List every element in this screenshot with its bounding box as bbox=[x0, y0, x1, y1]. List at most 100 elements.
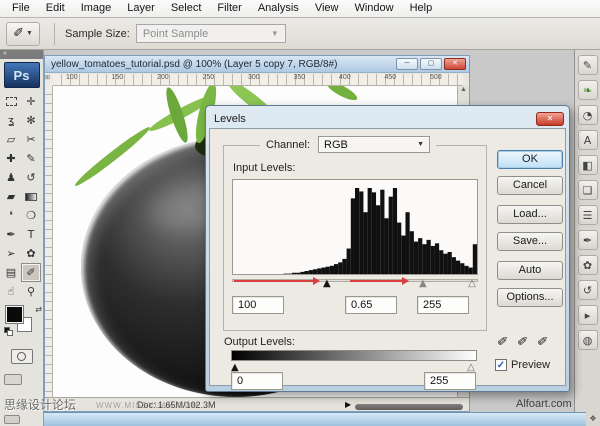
scroll-up-icon[interactable]: ▲ bbox=[460, 86, 467, 93]
history-brush-tool[interactable]: ↺ bbox=[21, 168, 41, 187]
white-point-eyedropper-icon[interactable]: ✐ bbox=[536, 334, 548, 350]
dodge-tool[interactable]: ❍ bbox=[21, 206, 41, 225]
history-panel-icon[interactable]: ↺ bbox=[578, 280, 598, 300]
layers-panel-icon[interactable]: ❏ bbox=[578, 180, 598, 200]
menu-item-filter[interactable]: Filter bbox=[209, 0, 249, 17]
horizontal-scrollbar-thumb[interactable] bbox=[355, 404, 463, 410]
history-panel-icon: ↺ bbox=[583, 284, 592, 297]
channel-label: Channel: bbox=[266, 139, 310, 151]
options-button[interactable]: Options... bbox=[497, 288, 563, 307]
maximize-button[interactable]: ▢ bbox=[420, 58, 442, 70]
custom-shape-tool[interactable]: ✿ bbox=[21, 244, 41, 263]
levels-dialog-titlebar[interactable]: Levels ✕ bbox=[209, 109, 566, 128]
plant-thumbnail-icon[interactable]: ❧ bbox=[578, 80, 598, 100]
hand-tool[interactable]: ☝ bbox=[1, 282, 21, 301]
notes-tool[interactable]: ▤ bbox=[1, 263, 21, 282]
lasso-tool[interactable]: ʓ bbox=[1, 111, 21, 130]
paths-panel-icon[interactable]: ✒ bbox=[578, 230, 598, 250]
output-gradient-bar bbox=[231, 350, 477, 361]
quick-mask-button[interactable] bbox=[11, 349, 33, 364]
ruler-corner: ⊞ bbox=[45, 74, 53, 86]
rectangular-marquee-tool[interactable] bbox=[1, 92, 21, 111]
bottom-left-button[interactable] bbox=[4, 415, 20, 424]
type-icon: T bbox=[28, 228, 35, 241]
lasso-icon: ʓ bbox=[8, 114, 14, 127]
preview-checkbox[interactable]: ✓ bbox=[495, 359, 507, 371]
history-brush-icon: ↺ bbox=[26, 171, 35, 184]
foreground-color-swatch[interactable] bbox=[6, 306, 23, 323]
input-gamma-slider[interactable]: ▲ bbox=[419, 278, 427, 290]
pen-tool[interactable]: ✒ bbox=[1, 225, 21, 244]
gradient-tool[interactable] bbox=[21, 187, 41, 206]
spot-healing-icon: ✚ bbox=[6, 152, 15, 165]
channel-dropdown[interactable]: RGB ▼ bbox=[318, 136, 430, 153]
minimize-button[interactable]: ─ bbox=[396, 58, 418, 70]
brush-tool[interactable]: ✎ bbox=[21, 149, 41, 168]
black-point-eyedropper-icon[interactable]: ✐ bbox=[496, 334, 508, 350]
character-panel-icon: A bbox=[584, 134, 592, 147]
eyedropper-icon: ✐ bbox=[26, 266, 35, 279]
gray-point-eyedropper-icon[interactable]: ✐ bbox=[516, 334, 528, 350]
ruler-tick-label: 250 bbox=[203, 74, 215, 81]
menu-item-image[interactable]: Image bbox=[73, 0, 120, 17]
input-white-slider[interactable]: △ bbox=[468, 278, 476, 290]
save-button[interactable]: Save... bbox=[497, 232, 563, 251]
menu-item-file[interactable]: File bbox=[4, 0, 38, 17]
menu-item-edit[interactable]: Edit bbox=[38, 0, 73, 17]
levels-dialog-title: Levels bbox=[209, 113, 536, 125]
input-black-slider[interactable]: ▲ bbox=[323, 278, 331, 290]
eyedropper-tool[interactable]: ✐ bbox=[21, 263, 41, 282]
menu-item-help[interactable]: Help bbox=[402, 0, 441, 17]
ok-button[interactable]: OK bbox=[497, 150, 563, 169]
swap-colors-icon[interactable]: ⇄ bbox=[35, 305, 42, 314]
navigator-panel-icon[interactable]: ◔ bbox=[578, 105, 598, 125]
cancel-button[interactable]: Cancel bbox=[497, 176, 563, 195]
ruler-tick-label: 450 bbox=[385, 74, 397, 81]
screen-mode-button[interactable] bbox=[4, 374, 22, 385]
menu-item-window[interactable]: Window bbox=[346, 0, 401, 17]
styles-panel-icon[interactable]: ✿ bbox=[578, 255, 598, 275]
crop-tool[interactable]: ▱ bbox=[1, 130, 21, 149]
input-gamma-field[interactable]: 0.65 bbox=[345, 296, 397, 314]
blur-icon: ❛ bbox=[9, 209, 13, 222]
auto-button[interactable]: Auto bbox=[497, 261, 563, 280]
color-panel-icon[interactable]: ◧ bbox=[578, 155, 598, 175]
slice-icon: ✂ bbox=[26, 133, 35, 146]
path-selection-tool[interactable]: ➢ bbox=[1, 244, 21, 263]
info-panel-icon[interactable]: ◍ bbox=[578, 330, 598, 350]
sample-size-dropdown[interactable]: Point Sample ▼ bbox=[136, 24, 286, 43]
blur-tool[interactable]: ❛ bbox=[1, 206, 21, 225]
move-tool[interactable]: ✛ bbox=[21, 92, 41, 111]
brush-panel-icon[interactable]: ✎ bbox=[578, 55, 598, 75]
slice-tool[interactable]: ✂ bbox=[21, 130, 41, 149]
dodge-icon: ❍ bbox=[26, 209, 36, 222]
channels-panel-icon[interactable]: ☰ bbox=[578, 205, 598, 225]
spot-healing-tool[interactable]: ✚ bbox=[1, 149, 21, 168]
type-tool[interactable]: T bbox=[21, 225, 41, 244]
load-button[interactable]: Load... bbox=[497, 205, 563, 224]
menu-item-analysis[interactable]: Analysis bbox=[250, 0, 307, 17]
close-button[interactable]: ✕ bbox=[444, 58, 466, 70]
toolbox-collapse-header[interactable]: « bbox=[0, 50, 43, 59]
menu-item-view[interactable]: View bbox=[307, 0, 347, 17]
character-panel-icon[interactable]: A bbox=[578, 130, 598, 150]
document-titlebar[interactable]: yellow_tomatoes_tutorial.psd @ 100% (Lay… bbox=[45, 56, 469, 73]
menu-item-layer[interactable]: Layer bbox=[119, 0, 163, 17]
brush-icon: ✎ bbox=[26, 152, 35, 165]
eraser-tool[interactable]: ▰ bbox=[1, 187, 21, 206]
output-white-field[interactable]: 255 bbox=[424, 372, 476, 390]
output-black-field[interactable]: 0 bbox=[231, 372, 283, 390]
brush-panel-icon: ✎ bbox=[583, 59, 592, 72]
status-menu-arrow-icon[interactable]: ▶ bbox=[345, 400, 351, 409]
zoom-tool[interactable]: ⚲ bbox=[21, 282, 41, 301]
menu-item-select[interactable]: Select bbox=[163, 0, 210, 17]
magic-wand-tool[interactable]: ✻ bbox=[21, 111, 41, 130]
actions-panel-icon[interactable]: ▸ bbox=[578, 305, 598, 325]
clone-stamp-tool[interactable]: ♟ bbox=[1, 168, 21, 187]
menu-bar: FileEditImageLayerSelectFilterAnalysisVi… bbox=[0, 0, 600, 18]
input-black-field[interactable]: 100 bbox=[232, 296, 284, 314]
eyedropper-tool-preset-button[interactable]: ✐ ▼ bbox=[6, 22, 40, 46]
chevron-down-icon: ▼ bbox=[417, 141, 424, 148]
input-white-field[interactable]: 255 bbox=[417, 296, 469, 314]
dialog-close-button[interactable]: ✕ bbox=[536, 112, 564, 126]
